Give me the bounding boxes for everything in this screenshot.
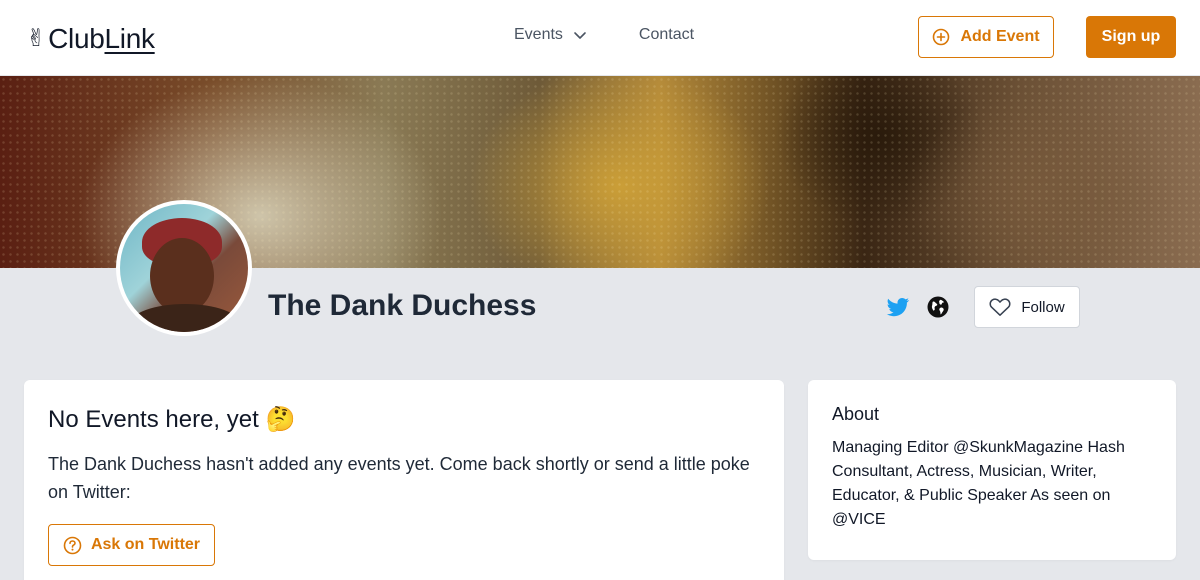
heart-icon bbox=[989, 298, 1011, 316]
logo-text-club: Club bbox=[48, 23, 105, 54]
profile-avatar bbox=[116, 200, 252, 336]
nav-contact-link[interactable]: Contact bbox=[639, 26, 694, 44]
profile-name: The Dank Duchess bbox=[268, 289, 537, 322]
top-navbar: ✌ ClubLink Events Contact Add Event Sign… bbox=[0, 0, 1200, 76]
globe-icon[interactable] bbox=[926, 295, 950, 319]
events-empty-title: No Events here, yet 🤔 bbox=[48, 406, 296, 433]
logo-text-link: Link bbox=[104, 23, 155, 54]
events-empty-message: The Dank Duchess hasn't added any events… bbox=[48, 454, 750, 502]
add-event-label: Add Event bbox=[960, 28, 1040, 45]
sign-up-button[interactable]: Sign up bbox=[1086, 16, 1176, 58]
nav-events-label: Events bbox=[514, 26, 563, 43]
add-event-button[interactable]: Add Event bbox=[918, 16, 1054, 58]
main-nav: Events Contact bbox=[514, 26, 694, 44]
avatar-shirt bbox=[130, 304, 240, 332]
about-title: About bbox=[832, 404, 880, 424]
ask-on-twitter-button[interactable]: Ask on Twitter bbox=[48, 524, 215, 566]
twitter-icon[interactable] bbox=[886, 295, 910, 319]
about-text: Managing Editor @SkunkMagazine Hash Cons… bbox=[832, 439, 1125, 528]
follow-label: Follow bbox=[1021, 298, 1065, 316]
plus-circle-icon bbox=[933, 28, 950, 46]
victory-hand-icon: ✌ bbox=[26, 25, 47, 52]
sign-up-label: Sign up bbox=[1101, 28, 1161, 45]
follow-button[interactable]: Follow bbox=[974, 286, 1080, 328]
chevron-down-icon bbox=[574, 32, 586, 39]
logo-text: ClubLink bbox=[48, 22, 155, 56]
clublink-logo[interactable]: ✌ ClubLink bbox=[26, 22, 155, 56]
events-card: No Events here, yet 🤔 The Dank Duchess h… bbox=[24, 380, 784, 580]
ask-on-twitter-label: Ask on Twitter bbox=[90, 536, 201, 553]
nav-events-dropdown[interactable]: Events bbox=[514, 26, 587, 44]
avatar-photo bbox=[120, 204, 248, 332]
about-card: About Managing Editor @SkunkMagazine Has… bbox=[808, 380, 1176, 560]
avatar-face bbox=[150, 238, 214, 314]
question-circle-icon bbox=[63, 536, 82, 554]
